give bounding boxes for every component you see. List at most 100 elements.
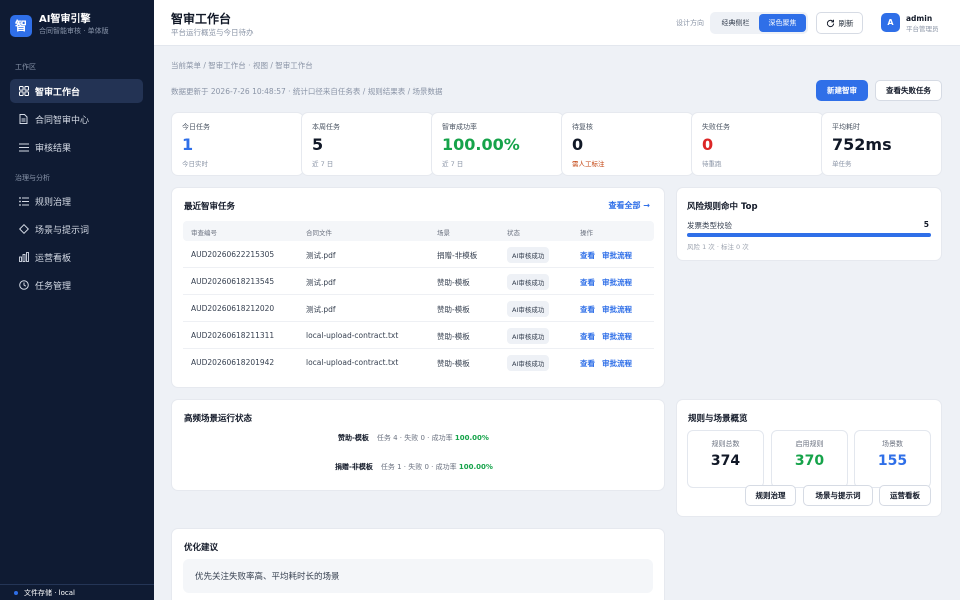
risk-rule-name: 发票类型校验	[687, 221, 732, 230]
view-all-link[interactable]: 查看全部 →	[609, 200, 651, 211]
design-direction-label: 设计方向	[676, 19, 704, 27]
view-link[interactable]: 查看	[580, 331, 595, 342]
rules-overview-title: 规则与场景概览	[688, 414, 748, 424]
table-row: AUD20260618201942 local-upload-contract.…	[183, 349, 654, 376]
sidebar-item-label: 场景与提示词	[35, 225, 90, 236]
stat-label: 失败任务	[702, 123, 730, 131]
risk-top-card: 风险规则命中 Top 发票类型校验 5 风险 1 次 · 标注 0 次	[676, 187, 942, 261]
brand-subtitle: 合同智能审核 · 单体版	[39, 27, 109, 35]
refresh-icon	[826, 19, 835, 28]
sidebar-item-scenes[interactable]: 场景与提示词	[10, 217, 143, 241]
user-role: 平台管理员	[906, 25, 939, 33]
sidebar-item-contract-center[interactable]: 合同智审中心	[10, 107, 143, 131]
scenario-row: 捐赠-非模板 任务 1 · 失败 0 · 成功率 100.00%	[335, 462, 493, 472]
design-toggle: 经典侧栏 深色聚焦	[710, 12, 808, 34]
refresh-button[interactable]: 刷新	[816, 12, 863, 34]
approval-flow-link[interactable]: 审批流程	[602, 277, 632, 288]
approval-flow-link[interactable]: 审批流程	[602, 358, 632, 369]
scenes-prompts-button[interactable]: 场景与提示词	[803, 485, 873, 506]
table-row: AUD20260622215305 测试.pdf 捐赠-非模板 AI审核成功 查…	[183, 241, 654, 268]
task-id: AUD20260618212020	[191, 304, 275, 313]
overview-label: 场景数	[882, 440, 903, 448]
contract-file: 测试.pdf	[306, 305, 336, 314]
column-header: 操作	[580, 229, 593, 237]
user-name: admin	[906, 14, 933, 23]
sidebar-item-label: 任务管理	[35, 281, 72, 292]
risk-rule-count: 5	[923, 220, 929, 229]
suggestion-text: 优先关注失败率高、平均耗时长的场景	[183, 559, 653, 593]
nav-section-governance: 治理与分析	[15, 174, 50, 182]
view-link[interactable]: 查看	[580, 250, 595, 261]
dark-focus-option[interactable]: 深色聚焦	[759, 14, 806, 32]
rules-governance-button[interactable]: 规则治理	[745, 485, 796, 506]
scenario-name: 捐赠-非模板	[335, 463, 373, 471]
overview-box-scenes: 场景数 155	[854, 430, 931, 488]
contract-file: local-upload-contract.txt	[306, 331, 399, 340]
scene: 赞助-模板	[437, 359, 470, 368]
scenario-stats: 任务 1 · 失败 0 · 成功率	[380, 463, 457, 471]
stat-note: 单任务	[832, 160, 852, 168]
refresh-label: 刷新	[838, 18, 854, 28]
stat-value: 752ms	[832, 135, 892, 154]
sidebar-item-label: 规则治理	[35, 197, 72, 208]
status-badge: AI审核成功	[507, 328, 550, 344]
approval-flow-link[interactable]: 审批流程	[602, 304, 632, 315]
sidebar-item-workbench[interactable]: 智审工作台	[10, 79, 143, 103]
table-row: AUD20260618213545 测试.pdf 赞助-模板 AI审核成功 查看…	[183, 268, 654, 295]
list-icon	[18, 142, 29, 153]
avatar[interactable]: A	[881, 13, 900, 32]
sidebar: 智 AI智审引擎 合同智能审核 · 单体版 工作区 智审工作台 合同智审中心 审…	[0, 0, 154, 600]
page-subtitle: 平台运行概览与今日待办	[171, 28, 254, 37]
view-link[interactable]: 查看	[580, 358, 595, 369]
scenario-rate: 100.00%	[454, 434, 489, 442]
stat-label: 本周任务	[312, 123, 340, 131]
new-review-button[interactable]: 新建智审	[816, 80, 868, 101]
stat-value: 0	[572, 135, 584, 154]
scenario-name: 赞助-模板	[338, 434, 369, 442]
scenario-status-title: 高频场景运行状态	[184, 414, 253, 424]
scenario-rate: 100.00%	[458, 463, 493, 471]
stat-note: 需人工标注	[572, 160, 605, 168]
overview-box-total: 规则总数 374	[687, 430, 764, 488]
stat-value: 100.00%	[442, 135, 520, 154]
sidebar-item-tasks[interactable]: 任务管理	[10, 273, 143, 297]
brand: 智 AI智审引擎 合同智能审核 · 单体版	[10, 14, 109, 37]
overview-value: 370	[794, 453, 825, 469]
stat-card-pending-review: 待复核 0 需人工标注	[561, 112, 694, 176]
approval-flow-link[interactable]: 审批流程	[602, 250, 632, 261]
contract-file: 测试.pdf	[306, 278, 336, 287]
overview-label: 规则总数	[711, 440, 740, 448]
view-link[interactable]: 查看	[580, 277, 595, 288]
sidebar-item-rules[interactable]: 规则治理	[10, 189, 143, 213]
task-id: AUD20260618211311	[191, 331, 275, 340]
status-dot-icon	[14, 590, 18, 595]
document-icon	[18, 114, 29, 125]
view-failed-tasks-button[interactable]: 查看失败任务	[875, 80, 942, 101]
nav-section-work: 工作区	[15, 63, 36, 71]
rule-list-icon	[18, 196, 29, 207]
risk-rule-note: 风险 1 次 · 标注 0 次	[687, 243, 749, 251]
risk-rule-bar	[687, 233, 931, 237]
stat-note: 今日实时	[182, 160, 208, 168]
stat-note: 待重跑	[702, 160, 722, 168]
status-badge: AI审核成功	[507, 355, 550, 371]
stat-note: 近 7 日	[312, 160, 334, 168]
stat-card-failed: 失败任务 0 待重跑	[691, 112, 824, 176]
ops-board-button[interactable]: 运营看板	[879, 485, 931, 506]
bar-chart-icon	[18, 252, 29, 263]
stat-value: 1	[182, 135, 194, 154]
contract-file: 测试.pdf	[306, 251, 336, 260]
scene: 捐赠-非模板	[437, 251, 478, 260]
scene: 赞助-模板	[437, 332, 470, 341]
column-header: 场景	[437, 229, 450, 237]
status-badge: AI审核成功	[507, 301, 550, 317]
stat-label: 今日任务	[182, 123, 210, 131]
sidebar-item-ops-board[interactable]: 运营看板	[10, 245, 143, 269]
sidebar-item-results[interactable]: 审核结果	[10, 135, 143, 159]
view-link[interactable]: 查看	[580, 304, 595, 315]
stat-label: 平均耗时	[832, 123, 860, 131]
data-updated-text: 数据更新于 2026-7-26 10:48:57 · 统计口径来自任务表 / 规…	[171, 87, 443, 96]
classic-sidebar-option[interactable]: 经典侧栏	[712, 14, 759, 32]
approval-flow-link[interactable]: 审批流程	[602, 331, 632, 342]
sidebar-item-label: 审核结果	[35, 143, 72, 154]
